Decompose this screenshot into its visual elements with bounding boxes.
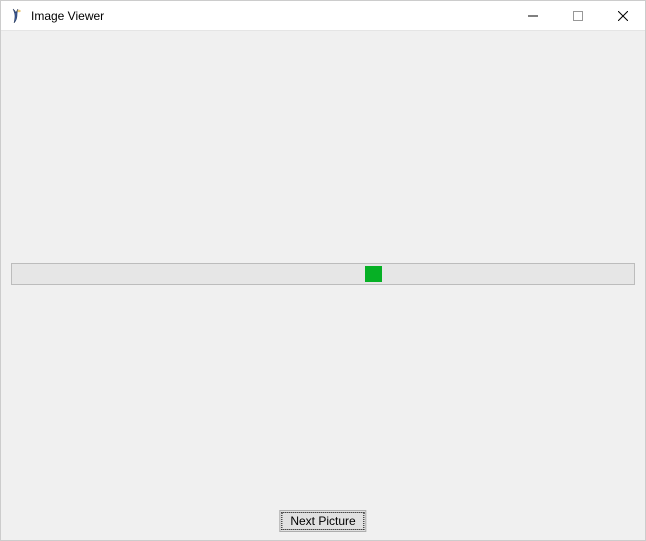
close-button[interactable]	[600, 1, 645, 30]
maximize-icon	[573, 11, 583, 21]
window-controls	[510, 1, 645, 30]
application-window: Image Viewer Next Pictu	[0, 0, 646, 541]
progress-bar	[11, 263, 635, 285]
maximize-button[interactable]	[555, 1, 600, 30]
next-picture-button[interactable]: Next Picture	[279, 510, 366, 532]
minimize-icon	[528, 11, 538, 21]
minimize-button[interactable]	[510, 1, 555, 30]
window-title: Image Viewer	[31, 9, 510, 23]
app-icon	[9, 8, 25, 24]
client-area: Next Picture	[1, 31, 645, 540]
close-icon	[618, 11, 628, 21]
progress-indicator	[365, 266, 382, 282]
titlebar: Image Viewer	[1, 1, 645, 31]
